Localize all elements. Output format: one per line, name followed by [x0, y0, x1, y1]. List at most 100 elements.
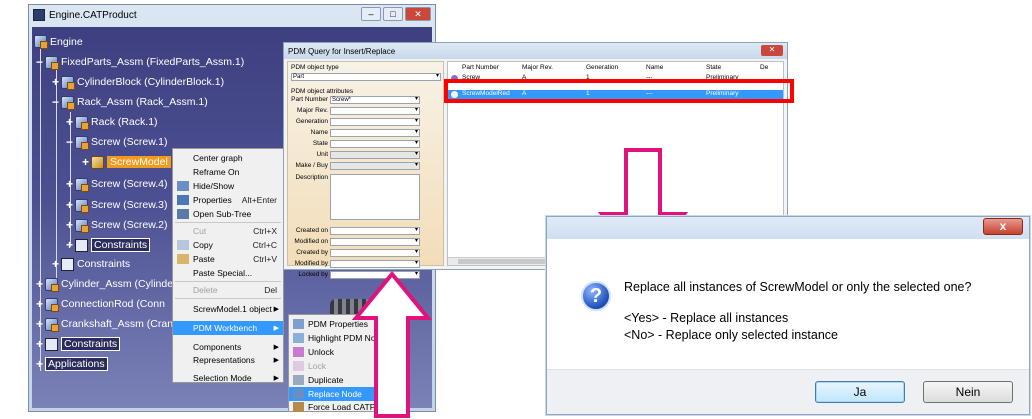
tree-label: FixedParts_Assm (FixedParts_Assm.1) — [61, 56, 245, 68]
expand-icon[interactable]: + — [66, 115, 73, 129]
generation-field[interactable] — [330, 117, 420, 126]
name-field[interactable] — [330, 128, 420, 137]
tree-node-crankshaft[interactable]: + Crankshaft_Assm (Cran — [36, 317, 173, 332]
modified-on-field[interactable] — [330, 237, 420, 246]
unit-field[interactable] — [330, 150, 420, 159]
expand-icon[interactable]: + — [36, 317, 43, 331]
menu-item-label: Representations — [193, 355, 255, 365]
field-label: Major Rev. — [297, 107, 328, 114]
menu-item-paste-special[interactable]: Paste Special... — [173, 266, 283, 280]
created-on-field[interactable] — [330, 226, 420, 235]
product-icon — [61, 75, 76, 90]
tree-node-applications[interactable]: + Applications — [36, 357, 108, 371]
menu-item-pdm-workbench[interactable]: PDM Workbench ▶ — [173, 321, 283, 335]
tree-node-connectionrod[interactable]: + ConnectionRod (Conn — [36, 297, 165, 312]
column-header[interactable]: Major Rev. — [522, 64, 553, 71]
tree-node-engine[interactable]: Engine — [34, 35, 83, 49]
expand-icon[interactable]: + — [66, 198, 73, 212]
menu-item-reframe-on[interactable]: Reframe On — [173, 165, 283, 179]
created-by-field[interactable] — [330, 248, 420, 257]
modified-by-field[interactable] — [330, 259, 420, 268]
menu-item-selection-mode[interactable]: Selection Mode ▶ — [173, 371, 283, 385]
minimize-button[interactable]: – — [361, 7, 381, 21]
collapse-icon[interactable]: − — [66, 135, 73, 149]
menu-item-paste[interactable]: Paste Ctrl+V — [173, 252, 283, 266]
menu-separator — [175, 222, 281, 223]
menu-item-object[interactable]: ScrewModel.1 object ▶ — [173, 302, 283, 316]
menu-item-representations[interactable]: Representations ▶ — [173, 353, 283, 367]
expand-icon[interactable]: + — [36, 337, 43, 351]
menu-item-label: Duplicate — [308, 375, 344, 385]
tree-node-screwmodel[interactable]: + ScrewModel — [82, 155, 171, 169]
up-arrow-icon — [352, 270, 432, 418]
duplicate-icon — [293, 375, 304, 385]
menu-item-open-subtree[interactable]: Open Sub-Tree — [173, 207, 283, 221]
menu-item-components[interactable]: Components ▶ — [173, 340, 283, 354]
column-header[interactable]: Name — [646, 64, 663, 71]
dialog-titlebar: x — [547, 217, 1029, 239]
expand-icon[interactable]: + — [82, 155, 89, 169]
tree-node-constraints-outer[interactable]: + Constraints — [52, 257, 130, 271]
blank-icon — [177, 285, 189, 295]
close-icon[interactable]: ✕ — [761, 45, 783, 56]
major-rev-field[interactable] — [330, 106, 420, 115]
yes-button[interactable]: Ja — [815, 381, 905, 403]
column-header[interactable]: De — [760, 64, 768, 71]
menu-item-center-graph[interactable]: Center graph — [173, 151, 283, 165]
tree-node-screw1[interactable]: − Screw (Screw.1) — [66, 135, 167, 150]
tree-label: Rack (Rack.1) — [91, 116, 158, 128]
expand-icon[interactable]: + — [66, 218, 73, 232]
collapse-icon[interactable]: − — [52, 95, 59, 109]
menu-item-copy[interactable]: Copy Ctrl+C — [173, 238, 283, 252]
blank-icon — [177, 323, 189, 333]
menu-item-hide-show[interactable]: Hide/Show — [173, 179, 283, 193]
description-field[interactable] — [330, 174, 420, 220]
tree-node-constraints-inner[interactable]: + Constraints — [66, 238, 151, 252]
force-load-icon — [293, 402, 304, 412]
tree-node-rack[interactable]: + Rack (Rack.1) — [66, 115, 158, 130]
column-header[interactable]: Part Number — [462, 64, 499, 71]
tree-node-cylinder-assm[interactable]: + Cylinder_Assm (Cylinde — [36, 277, 173, 292]
blank-icon — [177, 167, 189, 177]
column-header[interactable]: Generation — [586, 64, 618, 71]
submenu-arrow-icon: ▶ — [273, 325, 279, 332]
close-icon[interactable]: x — [983, 218, 1023, 235]
menu-item-properties[interactable]: Properties Alt+Enter — [173, 193, 283, 207]
expand-icon[interactable]: + — [66, 238, 73, 252]
collapse-icon[interactable]: − — [36, 55, 43, 69]
no-button[interactable]: Nein — [923, 381, 1013, 403]
tree-node-rack-assm[interactable]: − Rack_Assm (Rack_Assm.1) — [52, 95, 208, 110]
product-icon — [75, 177, 90, 192]
tree-node-constraints-root[interactable]: + Constraints — [36, 337, 121, 351]
state-field[interactable] — [330, 139, 420, 148]
expand-icon[interactable]: + — [52, 257, 59, 271]
expand-icon[interactable]: + — [36, 357, 43, 371]
highlight-rectangle — [444, 79, 794, 103]
column-header[interactable]: State — [706, 64, 721, 71]
expand-icon[interactable]: + — [36, 277, 43, 291]
submenu-arrow-icon: ▶ — [273, 375, 279, 382]
object-type-select[interactable]: Part — [291, 72, 441, 81]
tree-node-fixedparts[interactable]: − FixedParts_Assm (FixedParts_Assm.1) — [36, 55, 245, 70]
expand-icon[interactable]: + — [66, 177, 73, 191]
expand-icon[interactable]: + — [52, 75, 59, 89]
expand-icon[interactable]: + — [36, 297, 43, 311]
tree-node-screw2[interactable]: + Screw (Screw.2) — [66, 218, 167, 233]
product-icon — [75, 115, 90, 130]
product-icon — [75, 135, 90, 150]
tree-node-screw3[interactable]: + Screw (Screw.3) — [66, 198, 167, 213]
tree-node-screw4[interactable]: + Screw (Screw.4) — [66, 177, 167, 192]
make-buy-field[interactable] — [330, 161, 420, 170]
constraints-icon — [45, 337, 59, 351]
field-label: Make / Buy — [295, 162, 328, 169]
maximize-button[interactable]: □ — [383, 7, 403, 21]
close-button[interactable]: ✕ — [405, 7, 431, 21]
menu-item-delete[interactable]: Delete Del — [173, 283, 283, 297]
properties-icon — [177, 195, 189, 205]
menu-item-cut[interactable]: Cut Ctrl+X — [173, 224, 283, 238]
part-number-field[interactable]: Screw* — [330, 95, 420, 104]
product-icon — [75, 218, 90, 233]
tree-node-cylinderblock[interactable]: + CylinderBlock (CylinderBlock.1) — [52, 75, 224, 90]
pdm-dialog-titlebar: PDM Query for Insert/Replace ✕ — [284, 43, 787, 59]
field-label: Locked by — [298, 271, 328, 278]
